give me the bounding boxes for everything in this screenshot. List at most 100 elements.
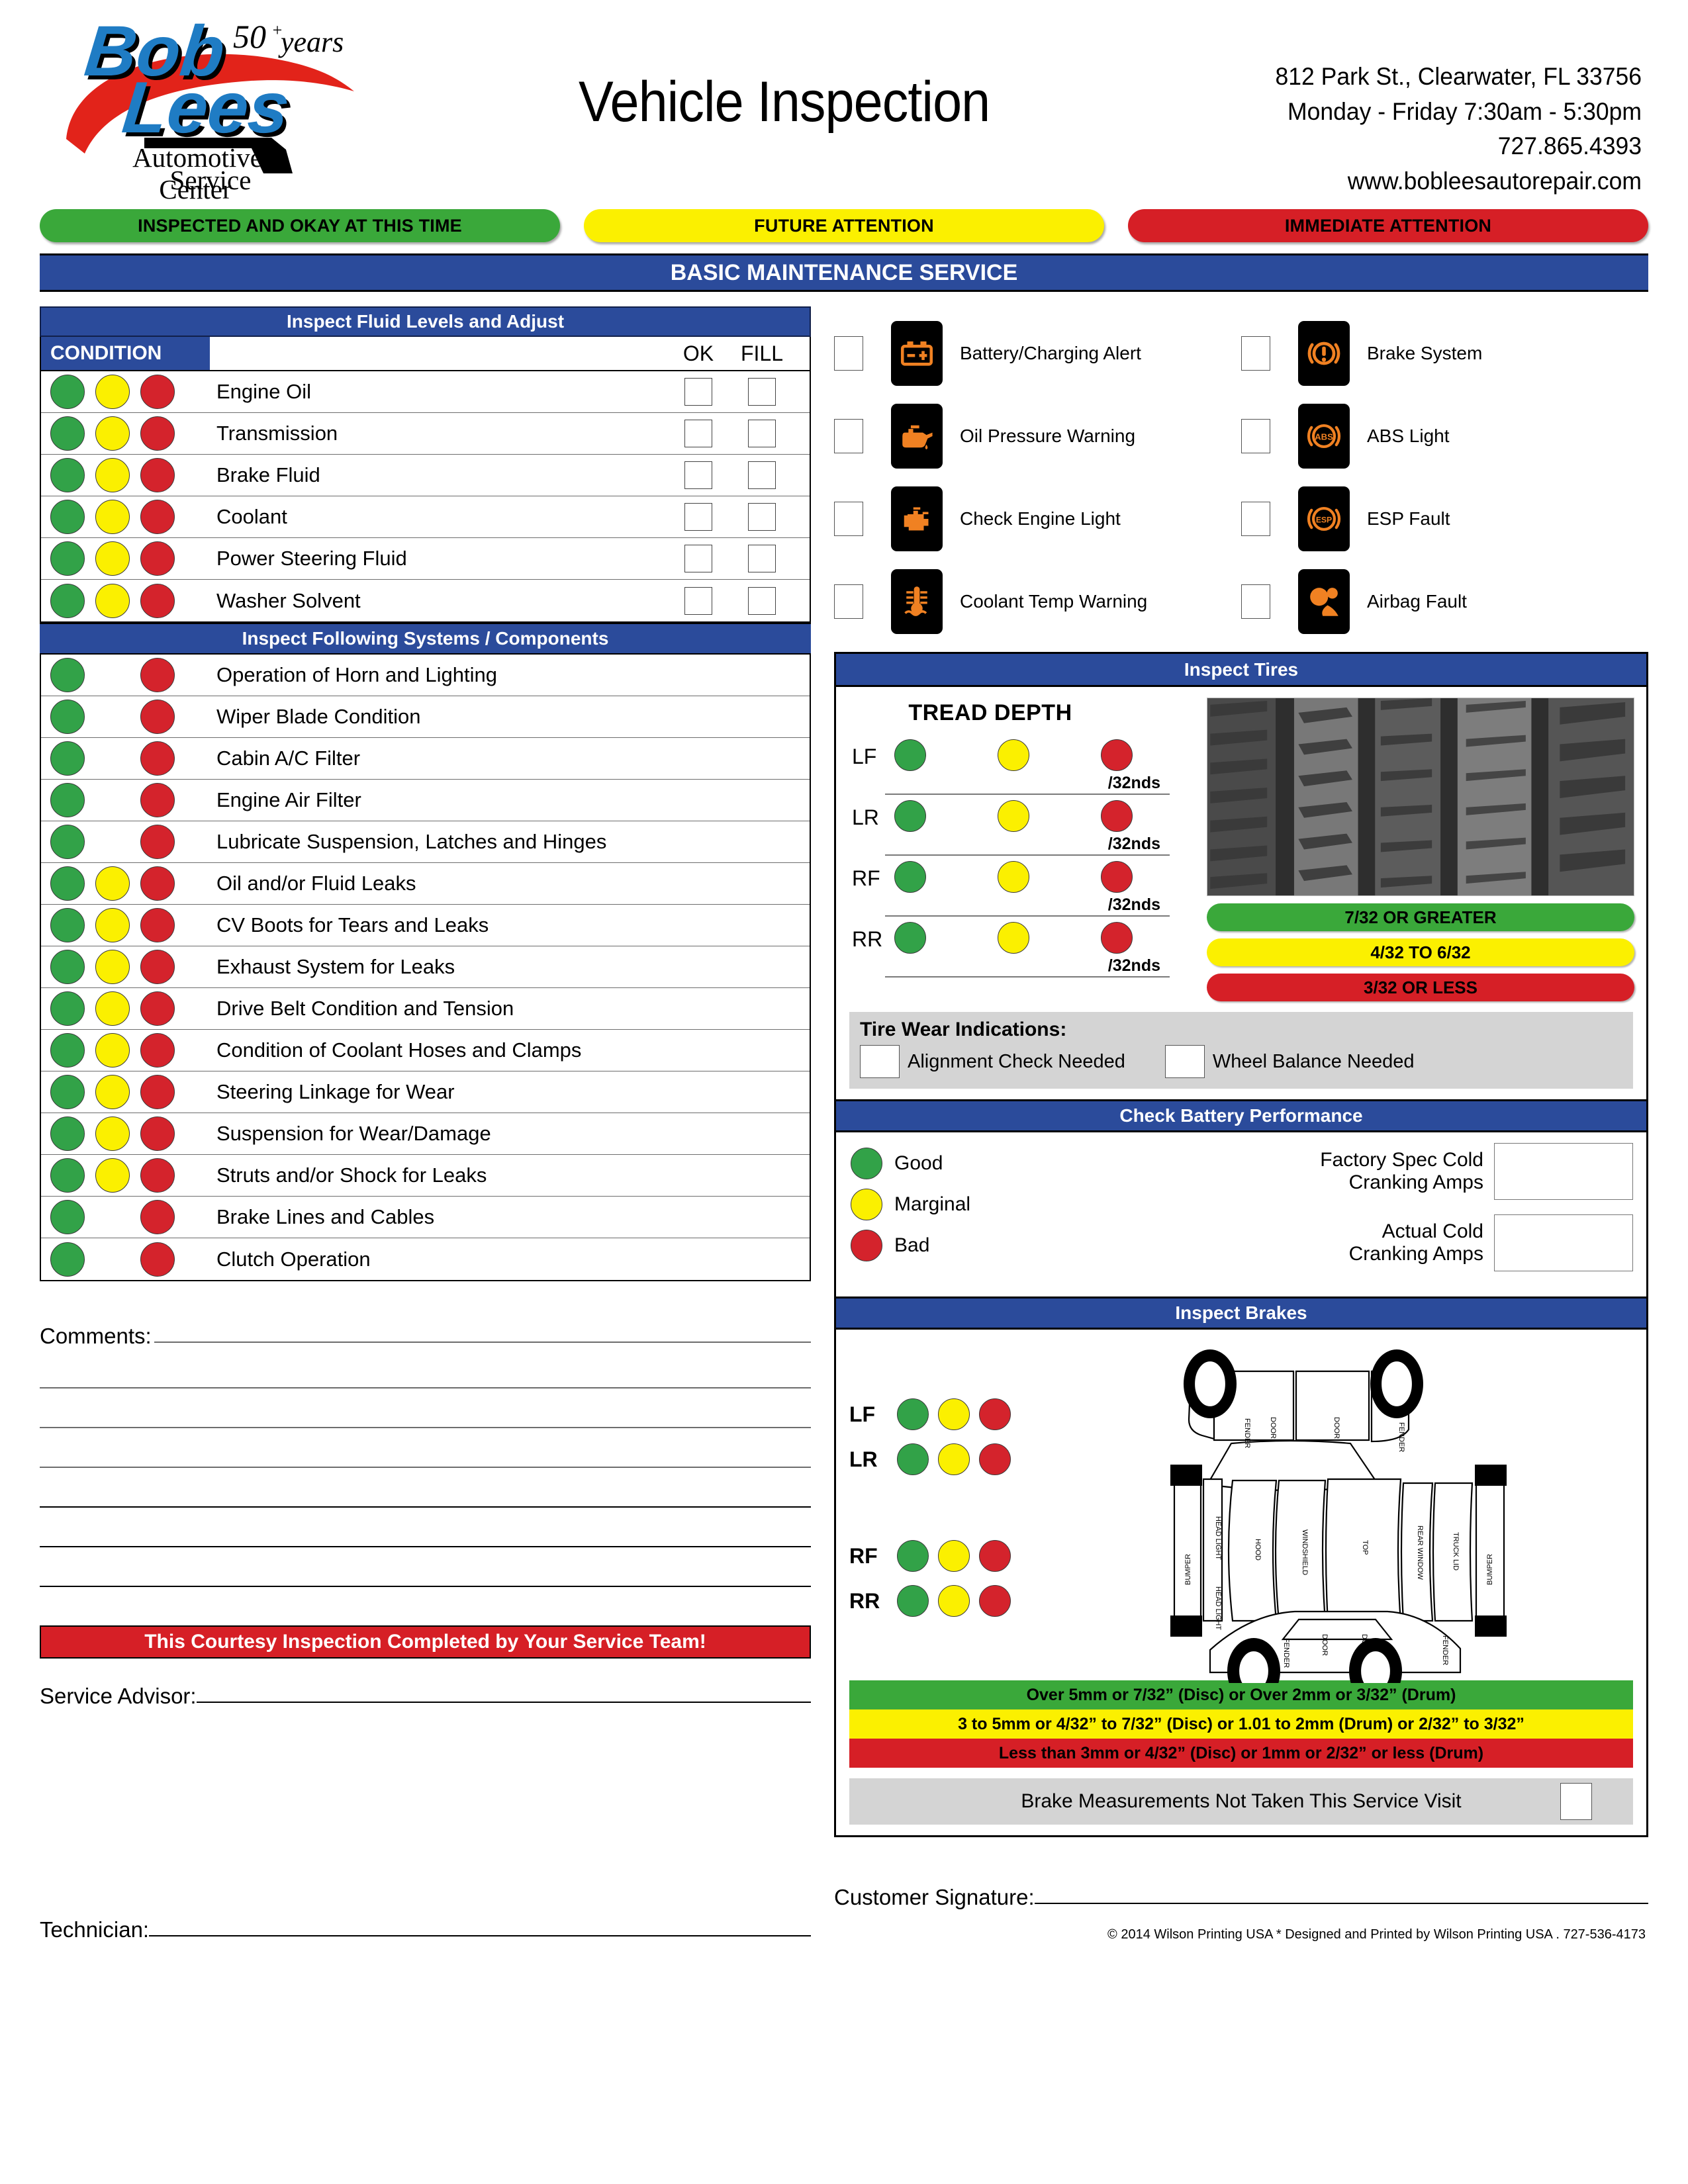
condition-dot-yellow[interactable] bbox=[95, 375, 130, 409]
technician-field[interactable]: Technician: bbox=[40, 1917, 811, 1942]
condition-dot-yellow[interactable] bbox=[938, 1585, 970, 1617]
condition-dot-green[interactable] bbox=[50, 375, 85, 409]
condition-dot-green[interactable] bbox=[50, 1242, 85, 1277]
condition-dot-red[interactable] bbox=[1101, 922, 1133, 954]
condition-dot-green[interactable] bbox=[50, 458, 85, 492]
tread-depth-input-line[interactable] bbox=[885, 854, 1170, 856]
alignment-check-checkbox[interactable] bbox=[860, 1045, 900, 1078]
condition-dot-yellow[interactable] bbox=[998, 922, 1029, 954]
warning-light-checkbox[interactable] bbox=[1241, 501, 1270, 536]
warning-light-checkbox[interactable] bbox=[834, 336, 863, 371]
condition-dot-yellow[interactable] bbox=[95, 908, 130, 942]
comments-line-6[interactable] bbox=[40, 1508, 811, 1547]
warning-light-checkbox[interactable] bbox=[1241, 584, 1270, 619]
condition-dot-green[interactable] bbox=[50, 950, 85, 984]
condition-dot-red[interactable] bbox=[140, 825, 175, 859]
condition-dot-red[interactable] bbox=[140, 1033, 175, 1068]
brake-note-checkbox[interactable] bbox=[1560, 1783, 1592, 1820]
condition-dot-yellow[interactable] bbox=[998, 800, 1029, 832]
fill-checkbox[interactable] bbox=[748, 420, 776, 447]
condition-dot-yellow[interactable] bbox=[95, 583, 130, 618]
condition-dot-yellow[interactable] bbox=[95, 541, 130, 576]
fill-checkbox[interactable] bbox=[748, 461, 776, 489]
comments-line-5[interactable] bbox=[40, 1468, 811, 1508]
warning-light-checkbox[interactable] bbox=[1241, 336, 1270, 371]
condition-dot-red[interactable] bbox=[979, 1540, 1011, 1572]
condition-dot-green[interactable] bbox=[50, 1075, 85, 1109]
condition-dot-green[interactable] bbox=[50, 741, 85, 776]
condition-dot-green[interactable] bbox=[894, 861, 926, 893]
condition-dot-yellow[interactable] bbox=[95, 866, 130, 901]
condition-dot-green[interactable] bbox=[897, 1585, 929, 1617]
condition-dot-green[interactable] bbox=[50, 825, 85, 859]
condition-dot-red[interactable] bbox=[979, 1585, 1011, 1617]
condition-dot-green[interactable] bbox=[50, 700, 85, 734]
fill-checkbox[interactable] bbox=[748, 545, 776, 572]
condition-dot-yellow[interactable] bbox=[95, 950, 130, 984]
customer-signature-field[interactable]: Customer Signature: bbox=[834, 1885, 1648, 1910]
condition-dot-yellow[interactable] bbox=[998, 861, 1029, 893]
condition-dot-yellow[interactable] bbox=[95, 991, 130, 1026]
condition-dot-red[interactable] bbox=[979, 1443, 1011, 1475]
condition-dot-red[interactable] bbox=[140, 783, 175, 817]
service-advisor-line[interactable] bbox=[196, 1702, 811, 1703]
fill-checkbox[interactable] bbox=[748, 378, 776, 406]
condition-dot-red[interactable] bbox=[140, 908, 175, 942]
condition-dot-red[interactable] bbox=[140, 500, 175, 534]
condition-dot-red[interactable] bbox=[140, 1242, 175, 1277]
ok-checkbox[interactable] bbox=[684, 461, 712, 489]
actual-cca-input[interactable] bbox=[1494, 1214, 1633, 1271]
service-advisor-field[interactable]: Service Advisor: bbox=[40, 1684, 811, 1709]
condition-dot-red[interactable] bbox=[140, 541, 175, 576]
warning-light-checkbox[interactable] bbox=[834, 418, 863, 453]
condition-dot-yellow[interactable] bbox=[998, 739, 1029, 771]
condition-dot-yellow[interactable] bbox=[95, 1116, 130, 1151]
fill-checkbox[interactable] bbox=[748, 503, 776, 531]
ok-checkbox[interactable] bbox=[684, 586, 712, 615]
condition-dot-red[interactable] bbox=[140, 950, 175, 984]
condition-dot-red[interactable] bbox=[140, 416, 175, 451]
wheel-balance-checkbox[interactable] bbox=[1164, 1045, 1205, 1078]
condition-dot-green[interactable] bbox=[897, 1540, 929, 1572]
tread-depth-input-line[interactable] bbox=[885, 794, 1170, 795]
condition-dot-red[interactable] bbox=[140, 458, 175, 492]
condition-dot-red[interactable] bbox=[140, 700, 175, 734]
ok-checkbox[interactable] bbox=[684, 420, 712, 447]
condition-dot-red[interactable] bbox=[140, 1200, 175, 1234]
condition-dot-green[interactable] bbox=[851, 1148, 882, 1179]
condition-dot-green[interactable] bbox=[50, 866, 85, 901]
condition-dot-green[interactable] bbox=[50, 658, 85, 692]
condition-dot-red[interactable] bbox=[1101, 739, 1133, 771]
condition-dot-green[interactable] bbox=[897, 1398, 929, 1430]
condition-dot-green[interactable] bbox=[50, 991, 85, 1026]
condition-dot-red[interactable] bbox=[140, 375, 175, 409]
condition-dot-green[interactable] bbox=[50, 541, 85, 576]
condition-dot-green[interactable] bbox=[894, 922, 926, 954]
condition-dot-yellow[interactable] bbox=[95, 1158, 130, 1193]
condition-dot-red[interactable] bbox=[1101, 861, 1133, 893]
comments-line-2[interactable] bbox=[40, 1349, 811, 1388]
condition-dot-yellow[interactable] bbox=[938, 1443, 970, 1475]
condition-dot-yellow[interactable] bbox=[95, 416, 130, 451]
condition-dot-green[interactable] bbox=[897, 1443, 929, 1475]
warning-light-checkbox[interactable] bbox=[1241, 418, 1270, 453]
condition-dot-yellow[interactable] bbox=[95, 1075, 130, 1109]
tread-depth-input-line[interactable] bbox=[885, 976, 1170, 978]
condition-dot-yellow[interactable] bbox=[851, 1189, 882, 1220]
condition-dot-yellow[interactable] bbox=[938, 1398, 970, 1430]
condition-dot-red[interactable] bbox=[140, 658, 175, 692]
customer-signature-line[interactable] bbox=[1034, 1903, 1648, 1904]
warning-light-checkbox[interactable] bbox=[834, 584, 863, 619]
condition-dot-red[interactable] bbox=[140, 866, 175, 901]
condition-dot-yellow[interactable] bbox=[95, 458, 130, 492]
condition-dot-red[interactable] bbox=[140, 741, 175, 776]
condition-dot-red[interactable] bbox=[140, 583, 175, 618]
condition-dot-green[interactable] bbox=[50, 416, 85, 451]
condition-dot-green[interactable] bbox=[50, 1158, 85, 1193]
condition-dot-green[interactable] bbox=[50, 1033, 85, 1068]
condition-dot-yellow[interactable] bbox=[938, 1540, 970, 1572]
condition-dot-red[interactable] bbox=[1101, 800, 1133, 832]
condition-dot-red[interactable] bbox=[979, 1398, 1011, 1430]
comments-line-7[interactable] bbox=[40, 1547, 811, 1587]
condition-dot-green[interactable] bbox=[894, 739, 926, 771]
